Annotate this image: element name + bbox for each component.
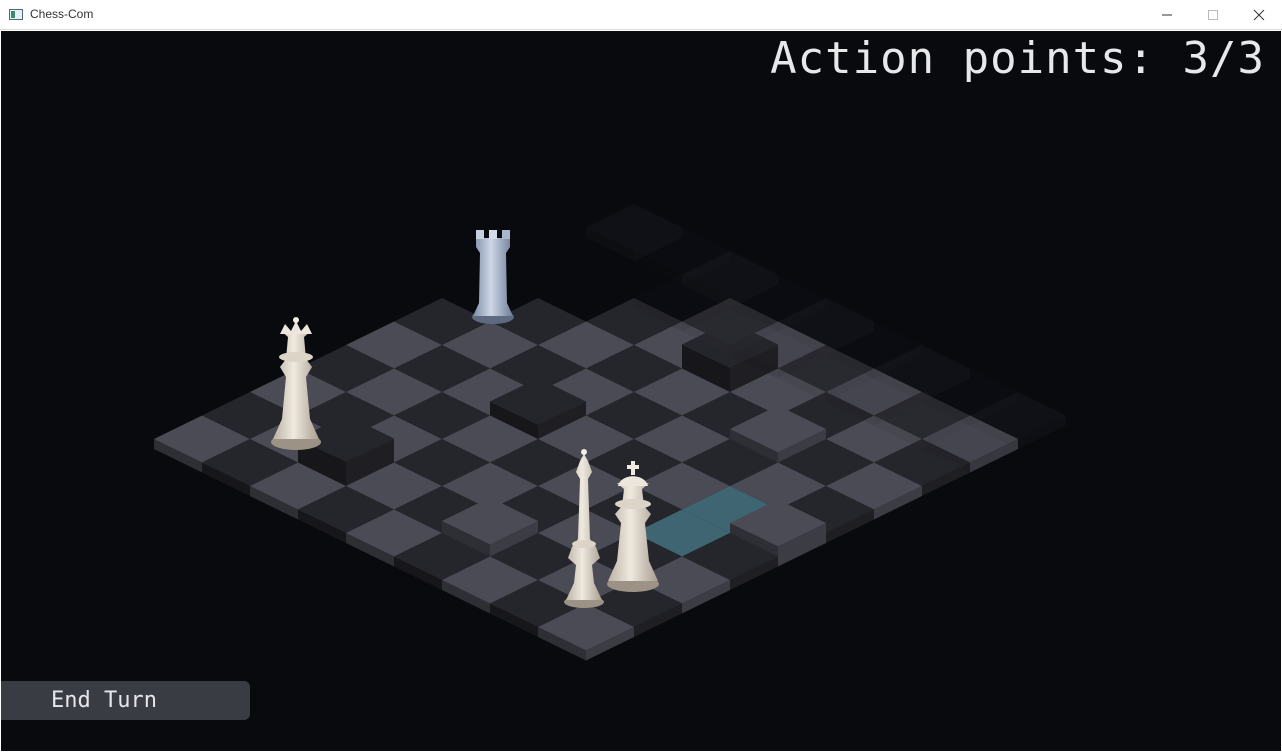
close-button[interactable] bbox=[1236, 0, 1282, 30]
game-viewport[interactable]: Action points: 3/3 End Turn bbox=[1, 31, 1281, 751]
action-points-label: Action points: 3/3 bbox=[770, 33, 1265, 84]
blue-rook-piece[interactable] bbox=[472, 230, 514, 324]
minimize-button[interactable] bbox=[1144, 0, 1190, 30]
maximize-icon bbox=[1208, 10, 1218, 20]
window-title: Chess-Com bbox=[30, 7, 94, 21]
close-icon bbox=[1253, 9, 1265, 21]
window-titlebar: Chess-Com bbox=[0, 0, 1282, 30]
minimize-icon bbox=[1162, 14, 1172, 16]
end-turn-button[interactable]: End Turn bbox=[1, 681, 250, 720]
maximize-button[interactable] bbox=[1190, 0, 1236, 30]
chess-board[interactable] bbox=[1, 31, 1281, 751]
app-icon bbox=[9, 9, 23, 20]
